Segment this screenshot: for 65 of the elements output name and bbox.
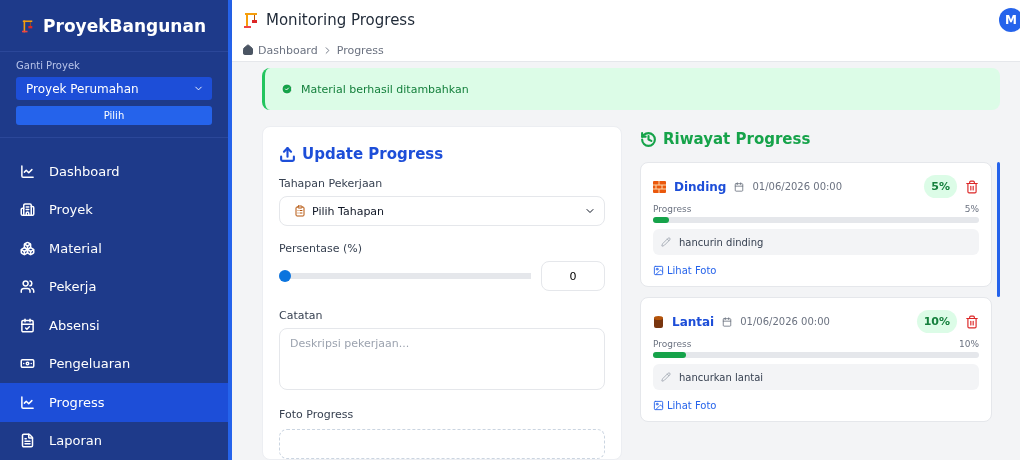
nav-item[interactable]: Material [0,229,228,268]
nav-item[interactable]: Absensi [0,306,228,345]
percent-badge: 10% [916,310,957,333]
calendar-icon [734,181,745,192]
choose-button[interactable]: Pilih [16,106,212,125]
crane-icon [244,11,258,28]
chart-icon [20,394,35,410]
pencil-icon [661,237,671,247]
breadcrumb-item: Progress [336,43,384,57]
view-photo-link[interactable]: Lihat Foto [653,265,717,276]
building-icon [20,202,35,218]
users-icon [20,279,35,295]
calendar-icon [20,317,35,333]
image-icon [653,265,664,276]
delete-icon[interactable] [965,179,979,194]
user-avatar[interactable]: M [999,7,1020,32]
upload-icon [279,145,296,163]
delete-icon[interactable] [965,314,979,329]
nav-item[interactable]: Laporan [0,421,228,460]
breadcrumb-item[interactable]: Dashboard [258,43,318,57]
file-icon [20,433,35,449]
home-icon [242,44,254,57]
nav-item[interactable]: Progress [0,383,228,422]
check-circle-icon [281,83,293,95]
field-label: Foto Progress [279,408,355,421]
percent-badge: 5% [924,175,957,198]
nav-item[interactable]: Dashboard [0,152,228,191]
progress-value: 5% [964,204,979,214]
project-label: Ganti Proyek [16,60,81,71]
brand-name: ProyekBangunan [43,15,206,36]
calendar-icon [722,316,733,327]
entry-date: 01/06/2026 00:00 [752,181,843,192]
image-icon [653,400,664,411]
view-photo-link[interactable]: Lihat Foto [653,400,717,411]
field-label: Tahapan Pekerjaan [279,177,384,190]
nav-item[interactable]: Pengeluaran [0,344,228,383]
history-icon [640,130,657,148]
percent-input[interactable]: 0 [541,261,605,291]
note-text: hancurin dinding [679,236,764,248]
progress-value: 10% [959,339,979,349]
stage-name: Lantai [672,314,715,329]
nav-item[interactable]: Proyek [0,190,228,229]
progress-label: Progress [653,339,692,349]
boxes-icon [20,240,35,256]
history-title: Riwayat Progress [663,130,811,148]
percent-slider[interactable] [279,270,531,282]
clipboard-icon [294,205,306,217]
pencil-icon [661,372,671,382]
field-label: Persentase (%) [279,242,364,255]
stage-name: Dinding [674,179,727,194]
progress-label: Progress [653,204,692,214]
nav-item[interactable]: Pekerja [0,267,228,306]
page-title: Monitoring Progress [266,10,415,29]
entry-date: 01/06/2026 00:00 [740,316,830,327]
brick-wall-icon [653,180,666,193]
note-text: hancurkan lantai [679,371,764,383]
stage-select[interactable]: Pilih Tahapan [279,196,605,226]
alert-message: Material berhasil ditambahkan [301,82,469,96]
crane-logo-icon [22,17,34,34]
field-label: Catatan [279,309,324,322]
slider-thumb[interactable] [279,270,291,282]
wood-log-icon [653,315,664,328]
form-title: Update Progress [302,145,444,163]
chart-icon [20,163,35,179]
project-select[interactable]: Proyek Perumahan [16,77,212,100]
